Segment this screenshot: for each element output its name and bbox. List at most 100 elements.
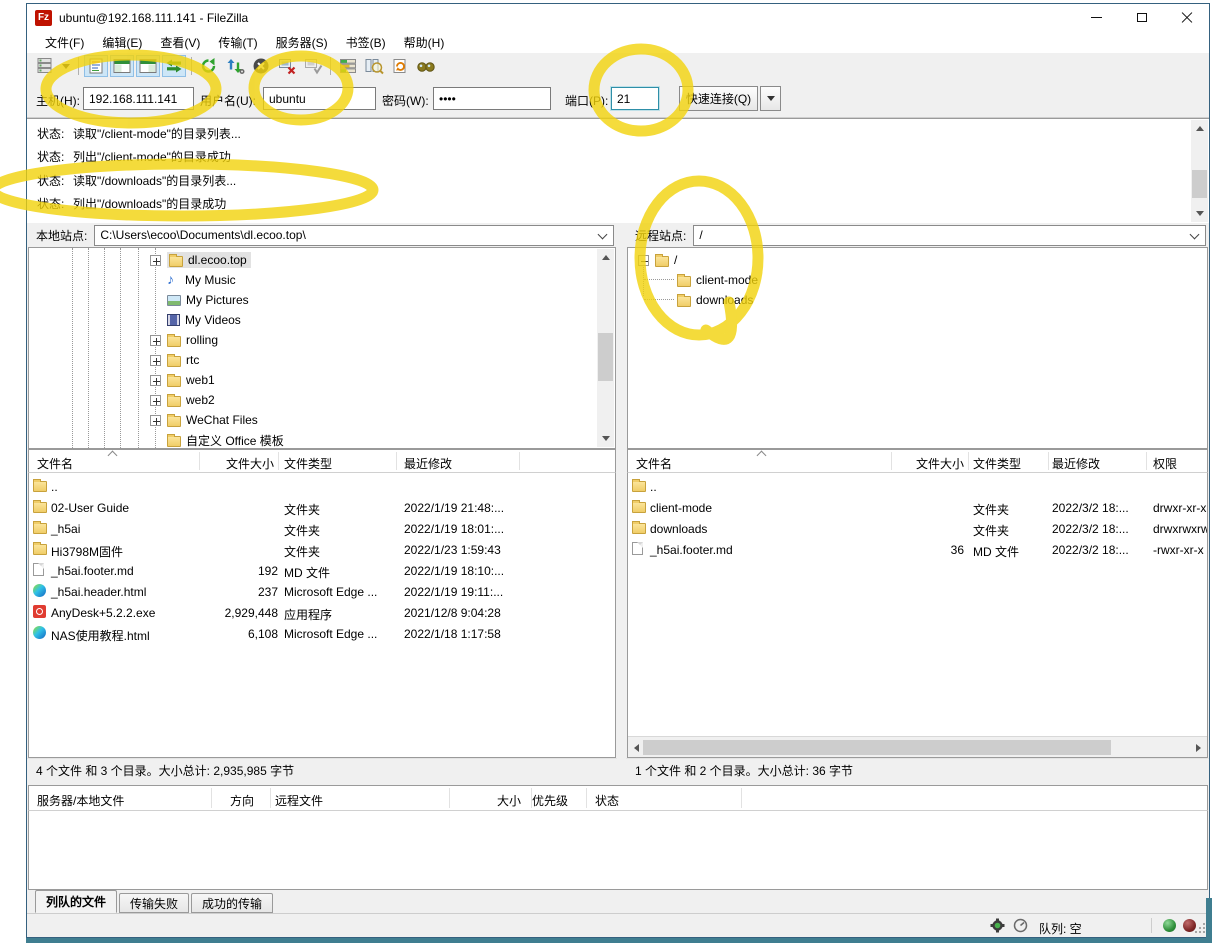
column-separator[interactable]: [531, 788, 532, 808]
file-row[interactable]: downloads文件夹2022/3/2 18:...drwxrwxrwx: [628, 518, 1207, 539]
column-separator[interactable]: [968, 452, 969, 470]
column-status[interactable]: 状态: [595, 792, 619, 809]
column-direction[interactable]: 方向: [230, 792, 254, 809]
column-separator[interactable]: [211, 788, 212, 808]
collapse-icon[interactable]: [638, 255, 649, 266]
column-separator[interactable]: [270, 788, 271, 808]
menu-file[interactable]: 文件(F): [36, 31, 93, 54]
file-row[interactable]: _h5ai.footer.md36MD 文件2022/3/2 18:...-rw…: [628, 539, 1207, 560]
tree-item-custom-office-templates[interactable]: 自定义 Office 模板: [167, 430, 284, 449]
column-separator[interactable]: [1146, 452, 1147, 470]
log-scrollbar[interactable]: [1191, 120, 1208, 222]
column-separator[interactable]: [891, 452, 892, 470]
column-filename[interactable]: 文件名: [636, 455, 672, 472]
toggle-local-tree-icon[interactable]: [110, 55, 134, 77]
column-server-local-file[interactable]: 服务器/本地文件: [37, 792, 124, 809]
scrollbar-thumb[interactable]: [1192, 170, 1207, 198]
local-path-combobox[interactable]: C:\Users\ecoo\Documents\dl.ecoo.top\: [94, 225, 614, 246]
filter-icon[interactable]: [336, 55, 360, 77]
file-row[interactable]: _h5ai.footer.md192MD 文件2022/1/19 18:10:.…: [29, 560, 615, 581]
menu-transfer[interactable]: 传输(T): [209, 31, 266, 54]
file-row[interactable]: _h5ai.header.html237Microsoft Edge ...20…: [29, 581, 615, 602]
column-separator[interactable]: [519, 452, 520, 470]
find-files-icon[interactable]: [414, 55, 438, 77]
maximize-button[interactable]: [1119, 4, 1164, 31]
file-row[interactable]: 02-User Guide文件夹2022/1/19 21:48:...: [29, 497, 615, 518]
synchronized-browsing-icon[interactable]: [388, 55, 412, 77]
site-manager-icon[interactable]: [33, 55, 57, 77]
column-filesize[interactable]: 文件大小: [890, 455, 964, 472]
reconnect-icon[interactable]: [301, 55, 325, 77]
column-size[interactable]: 大小: [449, 792, 521, 809]
tree-item-my-videos[interactable]: My Videos: [167, 310, 241, 330]
tree-item-my-music[interactable]: My Music: [167, 270, 236, 290]
expand-icon[interactable]: [150, 355, 161, 366]
menu-help[interactable]: 帮助(H): [395, 31, 454, 54]
directory-comparison-icon[interactable]: [362, 55, 386, 77]
scroll-down-icon[interactable]: [1191, 205, 1208, 222]
column-priority[interactable]: 优先级: [532, 792, 568, 809]
tree-item-web2[interactable]: web2: [150, 390, 215, 410]
column-modified[interactable]: 最近修改: [404, 455, 452, 472]
local-tree-scrollbar[interactable]: [597, 249, 614, 447]
expand-icon[interactable]: [150, 375, 161, 386]
tree-item-web1[interactable]: web1: [150, 370, 215, 390]
scroll-up-icon[interactable]: [1191, 120, 1208, 137]
resize-grip[interactable]: [1203, 931, 1205, 933]
password-input[interactable]: [433, 87, 551, 110]
expand-icon[interactable]: [150, 255, 161, 266]
menu-bookmarks[interactable]: 书签(B): [337, 31, 395, 54]
tree-item-client-mode[interactable]: client-mode: [677, 270, 758, 290]
file-row[interactable]: client-mode文件夹2022/3/2 18:...drwxr-xr-x: [628, 497, 1207, 518]
menu-server[interactable]: 服务器(S): [267, 31, 337, 54]
tree-item-my-pictures[interactable]: My Pictures: [167, 290, 249, 310]
speed-limit-icon[interactable]: [1013, 918, 1028, 936]
column-separator[interactable]: [199, 452, 200, 470]
tree-item-downloads[interactable]: downloads: [677, 290, 753, 310]
file-row[interactable]: _h5ai文件夹2022/1/19 18:01:...: [29, 518, 615, 539]
column-permissions[interactable]: 权限: [1153, 455, 1177, 472]
tab-queued-files[interactable]: 列队的文件: [35, 890, 117, 913]
menu-edit[interactable]: 编辑(E): [93, 31, 151, 54]
column-remote-file[interactable]: 远程文件: [275, 792, 323, 809]
menu-view[interactable]: 查看(V): [151, 31, 209, 54]
scroll-up-icon[interactable]: [597, 249, 614, 266]
column-separator[interactable]: [449, 788, 450, 808]
port-input[interactable]: [611, 87, 659, 110]
expand-icon[interactable]: [150, 415, 161, 426]
remote-path-combobox[interactable]: /: [693, 225, 1206, 246]
tree-item-root[interactable]: /: [638, 250, 677, 270]
disconnect-icon[interactable]: [275, 55, 299, 77]
column-filesize[interactable]: 文件大小: [199, 455, 274, 472]
close-button[interactable]: [1164, 4, 1209, 31]
pane-splitter[interactable]: [617, 223, 626, 782]
settings-gear-icon[interactable]: [990, 918, 1005, 936]
file-row-parent[interactable]: ..: [628, 476, 1207, 497]
scrollbar-thumb[interactable]: [598, 333, 613, 381]
quickconnect-dropdown-button[interactable]: [760, 86, 781, 111]
column-filetype[interactable]: 文件类型: [973, 455, 1021, 472]
toggle-remote-tree-icon[interactable]: [136, 55, 160, 77]
scrollbar-thumb[interactable]: [643, 740, 1111, 755]
toggle-message-log-icon[interactable]: [84, 55, 108, 77]
tree-item-rtc[interactable]: rtc: [150, 350, 199, 370]
column-separator[interactable]: [396, 452, 397, 470]
tab-failed-transfers[interactable]: 传输失败: [119, 893, 189, 913]
tree-item-rolling[interactable]: rolling: [150, 330, 218, 350]
file-row-parent[interactable]: ..: [29, 476, 615, 497]
process-queue-icon[interactable]: [223, 55, 247, 77]
expand-icon[interactable]: [150, 335, 161, 346]
toggle-transfer-queue-icon[interactable]: [162, 55, 186, 77]
minimize-button[interactable]: [1074, 4, 1119, 31]
tab-successful-transfers[interactable]: 成功的传输: [191, 893, 273, 913]
column-filetype[interactable]: 文件类型: [284, 455, 332, 472]
cancel-operation-icon[interactable]: [249, 55, 273, 77]
refresh-icon[interactable]: [197, 55, 221, 77]
host-input[interactable]: [83, 87, 194, 110]
column-filename[interactable]: 文件名: [37, 455, 73, 472]
expand-icon[interactable]: [150, 395, 161, 406]
column-separator[interactable]: [278, 452, 279, 470]
column-separator[interactable]: [586, 788, 587, 808]
tree-item-dl-ecoo-top[interactable]: dl.ecoo.top: [150, 250, 251, 270]
site-manager-dropdown-icon[interactable]: [59, 55, 73, 77]
